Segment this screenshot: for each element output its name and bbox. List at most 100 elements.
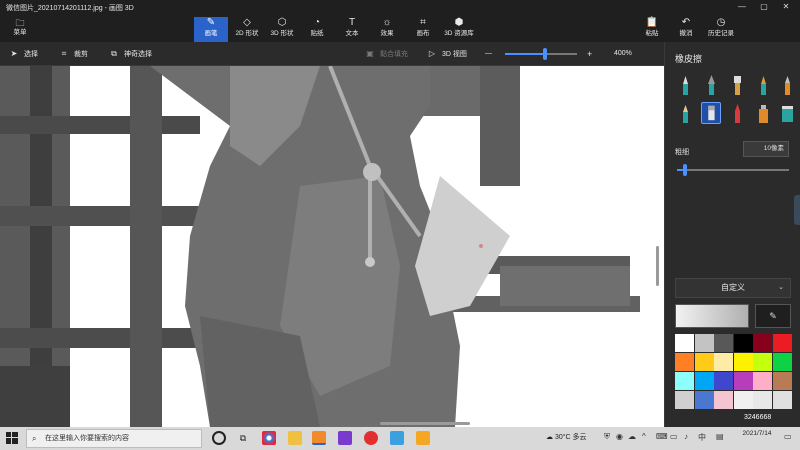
tool-2d-shapes[interactable]: ◇ 2D 形状 <box>230 17 264 42</box>
taskbar-search-input[interactable]: ⌕ 在这里输入你要搜索的内容 <box>26 429 202 448</box>
color-swatch[interactable] <box>675 353 694 371</box>
maximize-button[interactable]: ▢ <box>756 2 772 12</box>
brush-icon: ✎ <box>206 17 216 28</box>
color-swatch[interactable] <box>733 372 753 390</box>
crop-button[interactable]: ⌗ 裁剪 <box>58 48 88 60</box>
color-swatch[interactable] <box>733 391 753 409</box>
shield-icon[interactable]: ⛨ <box>604 432 610 442</box>
zoom-slider[interactable] <box>505 48 577 60</box>
cloud-icon: ☁ <box>546 434 553 441</box>
input-method-icon[interactable]: 中 <box>698 432 706 443</box>
undo-button[interactable]: ↶ 撤消 <box>672 17 700 42</box>
cortana-icon[interactable] <box>212 431 226 445</box>
paint-3d-taskbar-icon[interactable] <box>338 431 352 445</box>
fill-bucket-icon[interactable] <box>777 102 797 124</box>
thickness-slider-thumb[interactable] <box>682 164 687 176</box>
color-swatch[interactable] <box>772 391 792 409</box>
color-swatch[interactable] <box>694 353 714 371</box>
color-swatch[interactable] <box>714 334 733 352</box>
color-swatch[interactable] <box>714 391 733 409</box>
color-swatch[interactable] <box>675 334 694 352</box>
zoom-in-button[interactable]: + <box>587 48 592 60</box>
sticker-fill-button[interactable]: ▣ 黏合填充 <box>364 48 408 60</box>
color-swatch[interactable] <box>772 334 792 352</box>
tool-3d-shapes[interactable]: ⬡ 3D 形状 <box>265 17 299 42</box>
canvas-area[interactable] <box>0 66 664 427</box>
weather-widget[interactable]: ☁ 30°C 多云 <box>546 432 587 442</box>
app-icon-blue[interactable] <box>390 431 404 445</box>
chrome-icon[interactable] <box>262 431 276 445</box>
crayon-icon[interactable] <box>727 102 747 124</box>
color-swatch[interactable] <box>714 353 733 371</box>
menu-button[interactable]: 🗀 菜单 <box>6 18 34 40</box>
minimize-button[interactable]: — <box>734 2 750 12</box>
file-explorer-icon[interactable] <box>288 431 302 445</box>
color-swatch[interactable] <box>675 391 694 409</box>
calligraphy-pen-icon[interactable] <box>701 74 721 96</box>
volume-icon[interactable]: ♪ <box>684 432 688 441</box>
history-button[interactable]: ◷ 历史记录 <box>704 17 738 42</box>
thickness-input[interactable]: 10像素 <box>743 141 789 157</box>
color-swatch[interactable] <box>753 353 772 371</box>
color-swatch[interactable] <box>753 334 772 352</box>
notification-icon[interactable]: ▭ <box>784 432 792 441</box>
view-3d-button[interactable]: ▷ 3D 视图 <box>426 48 467 60</box>
paste-button[interactable]: 📋 粘贴 <box>638 17 666 42</box>
tool-3d-library[interactable]: ⬢ 3D 资源库 <box>441 17 477 42</box>
thickness-slider[interactable] <box>677 164 789 176</box>
chevron-up-icon[interactable]: ^ <box>642 432 646 441</box>
watercolor-icon[interactable] <box>753 74 773 96</box>
color-swatch[interactable] <box>675 372 694 390</box>
oil-brush-icon[interactable] <box>727 74 747 96</box>
task-view-icon[interactable]: ⧉ <box>236 431 250 445</box>
color-swatch[interactable] <box>772 353 792 371</box>
color-swatch[interactable] <box>753 372 772 390</box>
close-button[interactable]: ✕ <box>778 2 794 12</box>
history-icon: ◷ <box>716 17 726 28</box>
chevron-down-icon: ⌄ <box>778 284 784 291</box>
network-icon[interactable]: ▭ <box>670 432 678 441</box>
select-button[interactable]: ➤ 选择 <box>8 48 38 60</box>
custom-color-dropdown[interactable]: 自定义 ⌄ <box>675 278 791 298</box>
netease-music-icon[interactable] <box>364 431 378 445</box>
eraser-tool-selected[interactable] <box>701 102 721 124</box>
magic-select-button[interactable]: ⧉ 神奇选择 <box>108 48 152 60</box>
canvas-image[interactable] <box>0 66 664 427</box>
tool-effects[interactable]: ☼ 效果 <box>372 17 402 42</box>
app-tray-icon[interactable]: ▤ <box>716 432 724 441</box>
app-icon-orange[interactable] <box>416 431 430 445</box>
color-swatch[interactable] <box>694 391 714 409</box>
browser-app-icon[interactable] <box>312 431 326 445</box>
paste-icon: 📋 <box>645 17 659 28</box>
search-icon: ⌕ <box>32 434 37 443</box>
tool-text[interactable]: T 文本 <box>337 17 367 42</box>
color-swatch[interactable] <box>694 372 714 390</box>
color-swatch[interactable] <box>753 391 772 409</box>
horizontal-scrollbar[interactable] <box>380 422 470 425</box>
wechat-icon[interactable]: ◉ <box>616 432 623 441</box>
windows-start-icon[interactable] <box>6 432 18 444</box>
current-color-swatch[interactable] <box>675 304 749 328</box>
vertical-scrollbar[interactable] <box>656 246 659 286</box>
color-swatch[interactable] <box>714 372 733 390</box>
eyedropper-button[interactable]: ✎ <box>755 304 791 328</box>
pencil-icon[interactable] <box>675 102 695 124</box>
zoom-out-button[interactable]: — <box>485 48 492 60</box>
color-swatch[interactable] <box>772 372 792 390</box>
color-swatch[interactable] <box>733 334 753 352</box>
pixel-pen-icon[interactable] <box>777 74 797 96</box>
cloud-sync-icon[interactable]: ☁ <box>628 432 636 441</box>
color-swatch[interactable] <box>694 334 714 352</box>
tool-canvas[interactable]: ⌗ 画布 <box>408 17 438 42</box>
keyboard-icon[interactable]: ⌨ <box>656 432 668 441</box>
text-icon: T <box>348 17 356 28</box>
tool-stickers[interactable]: ◔ 贴纸 <box>302 17 332 42</box>
tool-brushes[interactable]: ✎ 画笔 <box>194 17 228 42</box>
taskbar-clock[interactable]: 2021/7/14 <box>736 429 778 438</box>
marker-brush-icon[interactable] <box>675 74 695 96</box>
effects-icon: ☼ <box>382 17 392 28</box>
panel-edge-handle[interactable] <box>794 195 800 225</box>
color-swatch[interactable] <box>733 353 753 371</box>
spray-can-icon[interactable] <box>753 102 773 124</box>
zoom-slider-thumb[interactable] <box>542 48 547 60</box>
